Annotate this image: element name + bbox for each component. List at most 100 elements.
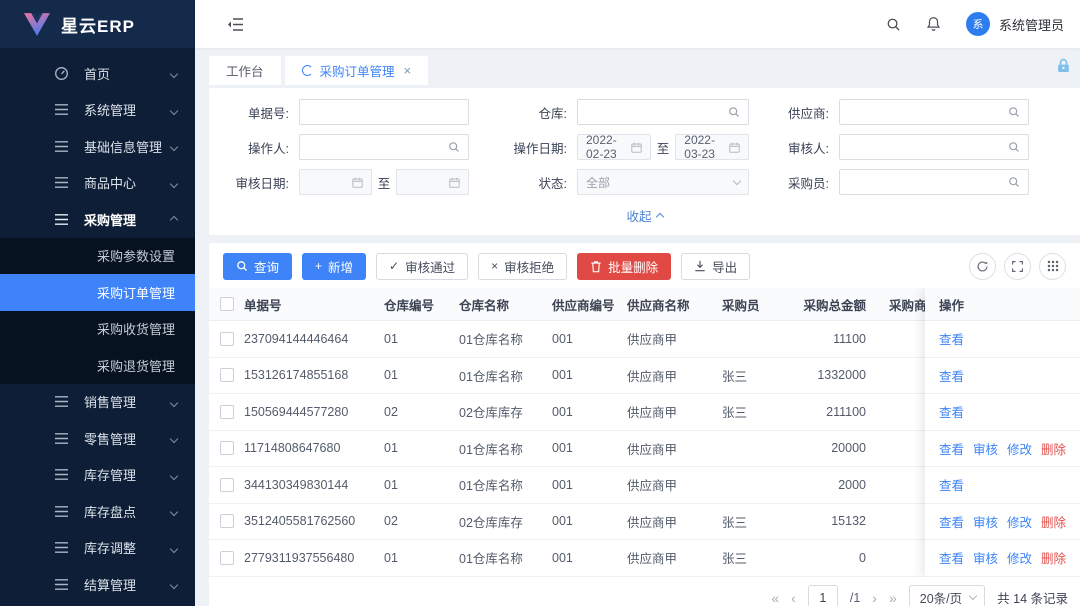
approve-button[interactable]: ✓ 审核通过 [376,253,468,280]
close-tab-icon[interactable]: × [404,63,412,78]
filter-panel: 单据号: 仓库: 供应商: 操作人: 操作日期: 2022-02-23 至 20… [209,88,1080,235]
search-icon [728,106,740,118]
menu-fold-icon[interactable] [227,17,244,32]
chevron-down-icon [170,179,178,187]
sidebar-item-settlement[interactable]: 结算管理 [0,566,195,603]
current-page-input[interactable]: 1 [808,585,838,606]
batch-delete-button[interactable]: 批量删除 [577,253,671,280]
sidebar-item-stock-adjust[interactable]: 库存调整 [0,530,195,567]
first-page-button[interactable]: « [771,590,779,606]
view-link[interactable]: 查看 [939,366,964,385]
column-settings-icon[interactable] [1039,253,1066,280]
tab-purchase-orders[interactable]: 采购订单管理 × [285,56,429,85]
audit-link[interactable]: 审核 [973,439,998,458]
supplier-input[interactable] [839,99,1029,125]
row-checkbox[interactable] [220,405,234,419]
prev-page-button[interactable]: ‹ [791,590,796,606]
sidebar-item-stocktake[interactable]: 库存盘点 [0,493,195,530]
edit-link[interactable]: 修改 [1007,512,1032,531]
chevron-down-icon [170,106,178,114]
sidebar-item-system[interactable]: 系统管理 [0,92,195,129]
supplier-label: 供应商: [759,103,829,122]
auditor-label: 审核人: [759,138,829,157]
app-logo[interactable]: 星云ERP [0,0,195,48]
query-button[interactable]: 查询 [223,253,292,280]
audit-link[interactable]: 审核 [973,548,998,567]
sidebar-item-purchase[interactable]: 采购管理 [0,201,195,238]
row-checkbox[interactable] [220,441,234,455]
search-icon[interactable] [886,17,901,32]
sidebar-item-retail[interactable]: 零售管理 [0,420,195,457]
sidebar-item-purchase-returns[interactable]: 采购退货管理 [0,347,195,384]
op-date-label: 操作日期: [479,138,567,157]
add-button[interactable]: + 新增 [302,253,366,280]
delete-link[interactable]: 删除 [1041,512,1066,531]
refresh-icon[interactable] [969,253,996,280]
sidebar-menu: 首页 系统管理 基础信息管理 商品中心 采购管理 采购参数设置 采购订单管理 [0,48,195,606]
row-checkbox[interactable] [220,514,234,528]
collapse-filters-link[interactable]: 收起 [626,206,662,225]
view-link[interactable]: 查看 [939,475,964,494]
sidebar: 星云ERP 首页 系统管理 基础信息管理 商品中心 [0,0,195,606]
tab-workbench[interactable]: 工作台 [209,56,281,85]
bill-no-input[interactable] [299,99,469,125]
view-link[interactable]: 查看 [939,548,964,567]
sidebar-item-purchase-params[interactable]: 采购参数设置 [0,238,195,275]
row-checkbox[interactable] [220,478,234,492]
row-checkbox[interactable] [220,332,234,346]
chevron-down-icon [170,70,178,78]
search-icon [1008,176,1020,188]
list-icon [54,540,71,556]
audit-date-to-input[interactable] [396,169,469,195]
sidebar-item-goods-center[interactable]: 商品中心 [0,165,195,202]
edit-link[interactable]: 修改 [1007,548,1032,567]
delete-link[interactable]: 删除 [1041,548,1066,567]
row-actions: 查看 [925,467,1080,504]
sidebar-item-home[interactable]: 首页 [0,55,195,92]
last-page-button[interactable]: » [889,590,897,606]
view-link[interactable]: 查看 [939,402,964,421]
user-name: 系统管理员 [999,15,1064,34]
audit-date-from-input[interactable] [299,169,372,195]
status-select[interactable]: 全部 [577,169,749,195]
sidebar-item-base-info[interactable]: 基础信息管理 [0,128,195,165]
chevron-down-icon [170,544,178,552]
view-link[interactable]: 查看 [939,512,964,531]
download-icon [694,260,706,272]
op-date-range: 2022-02-23 至 2022-03-23 [577,134,749,160]
edit-link[interactable]: 修改 [1007,439,1032,458]
list-icon [54,430,71,446]
lock-icon[interactable] [1055,57,1072,74]
export-button[interactable]: 导出 [681,253,750,280]
select-all-checkbox[interactable] [220,297,234,311]
avatar: 系 [966,12,990,36]
next-page-button[interactable]: › [872,590,877,606]
op-date-to-input[interactable]: 2022-03-23 [675,134,749,160]
warehouse-input[interactable] [577,99,749,125]
operator-input[interactable] [299,134,469,160]
buyer-input[interactable] [839,169,1029,195]
audit-link[interactable]: 审核 [973,512,998,531]
user-menu[interactable]: 系 系统管理员 [966,12,1064,36]
sidebar-item-sales[interactable]: 销售管理 [0,384,195,421]
auditor-input[interactable] [839,134,1029,160]
sidebar-item-purchase-receiving[interactable]: 采购收货管理 [0,311,195,348]
op-date-from-input[interactable]: 2022-02-23 [577,134,651,160]
calendar-icon [631,142,642,153]
sidebar-item-inventory[interactable]: 库存管理 [0,457,195,494]
row-checkbox[interactable] [220,551,234,565]
delete-link[interactable]: 删除 [1041,439,1066,458]
table-panel: 查询 + 新增 ✓ 审核通过 × 审核拒绝 [209,243,1080,606]
row-checkbox[interactable] [220,368,234,382]
page-size-select[interactable]: 20条/页 [909,585,985,606]
page-content: 工作台 采购订单管理 × 单据号: 仓库: 供应商: [195,48,1080,606]
view-link[interactable]: 查看 [939,439,964,458]
app-window: 星云ERP 首页 系统管理 基础信息管理 商品中心 [0,0,1080,606]
list-icon [54,175,71,191]
reject-button[interactable]: × 审核拒绝 [478,253,567,280]
bell-icon[interactable] [926,16,941,32]
fullscreen-icon[interactable] [1004,253,1031,280]
sidebar-item-purchase-orders[interactable]: 采购订单管理 [0,274,195,311]
view-link[interactable]: 查看 [939,329,964,348]
plus-icon: + [315,260,322,272]
